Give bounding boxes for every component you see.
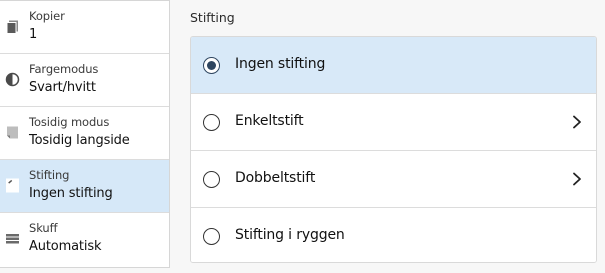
color-mode-icon xyxy=(5,72,20,87)
tray-icon xyxy=(6,234,19,244)
settings-item-tray[interactable]: Skuff Automatisk xyxy=(0,213,169,266)
settings-item-label: Kopier xyxy=(29,9,65,23)
radio-button[interactable] xyxy=(203,114,220,131)
settings-item-copies[interactable]: Kopier 1 xyxy=(0,1,169,54)
settings-item-label: Skuff xyxy=(29,221,58,235)
duplex-icon xyxy=(7,126,18,139)
copies-icon xyxy=(6,20,18,34)
option-single-staple[interactable]: Enkeltstift xyxy=(191,94,596,151)
settings-item-label: Fargemodus xyxy=(29,62,99,76)
radio-selected-dot xyxy=(206,60,216,70)
option-label: Dobbeltstift xyxy=(235,170,316,186)
option-no-staple[interactable]: Ingen stifting xyxy=(191,37,596,94)
page-title: Stifting xyxy=(190,10,235,25)
settings-item-color-mode[interactable]: Fargemodus Svart/hvitt xyxy=(0,54,169,107)
settings-item-label: Tosidig modus xyxy=(29,115,110,129)
option-label: Stifting i ryggen xyxy=(235,227,345,243)
chevron-right-icon[interactable] xyxy=(571,172,583,186)
settings-list: Kopier 1 Fargemodus Svart/hvitt Tosidig … xyxy=(0,0,170,268)
settings-item-value: 1 xyxy=(29,27,38,42)
chevron-right-icon[interactable] xyxy=(571,115,583,129)
settings-item-label: Stifting xyxy=(29,168,70,182)
stapling-options: Ingen stifting Enkeltstift Dobbeltstift … xyxy=(190,36,597,263)
settings-item-stapling[interactable]: Stifting Ingen stifting xyxy=(0,160,169,213)
option-label: Ingen stifting xyxy=(235,56,326,72)
option-saddle-stitch[interactable]: Stifting i ryggen xyxy=(191,208,596,262)
radio-button[interactable] xyxy=(203,171,220,188)
settings-item-value: Ingen stifting xyxy=(29,186,113,201)
print-settings-screen: Kopier 1 Fargemodus Svart/hvitt Tosidig … xyxy=(0,0,605,273)
settings-item-duplex[interactable]: Tosidig modus Tosidig langside xyxy=(0,107,169,160)
settings-item-value: Tosidig langside xyxy=(29,133,130,148)
option-label: Enkeltstift xyxy=(235,113,304,129)
staple-icon xyxy=(6,178,19,193)
settings-item-value: Svart/hvitt xyxy=(29,80,96,95)
settings-item-value: Automatisk xyxy=(29,239,102,254)
radio-button[interactable] xyxy=(203,228,220,245)
radio-button[interactable] xyxy=(203,57,220,74)
option-double-staple[interactable]: Dobbeltstift xyxy=(191,151,596,208)
